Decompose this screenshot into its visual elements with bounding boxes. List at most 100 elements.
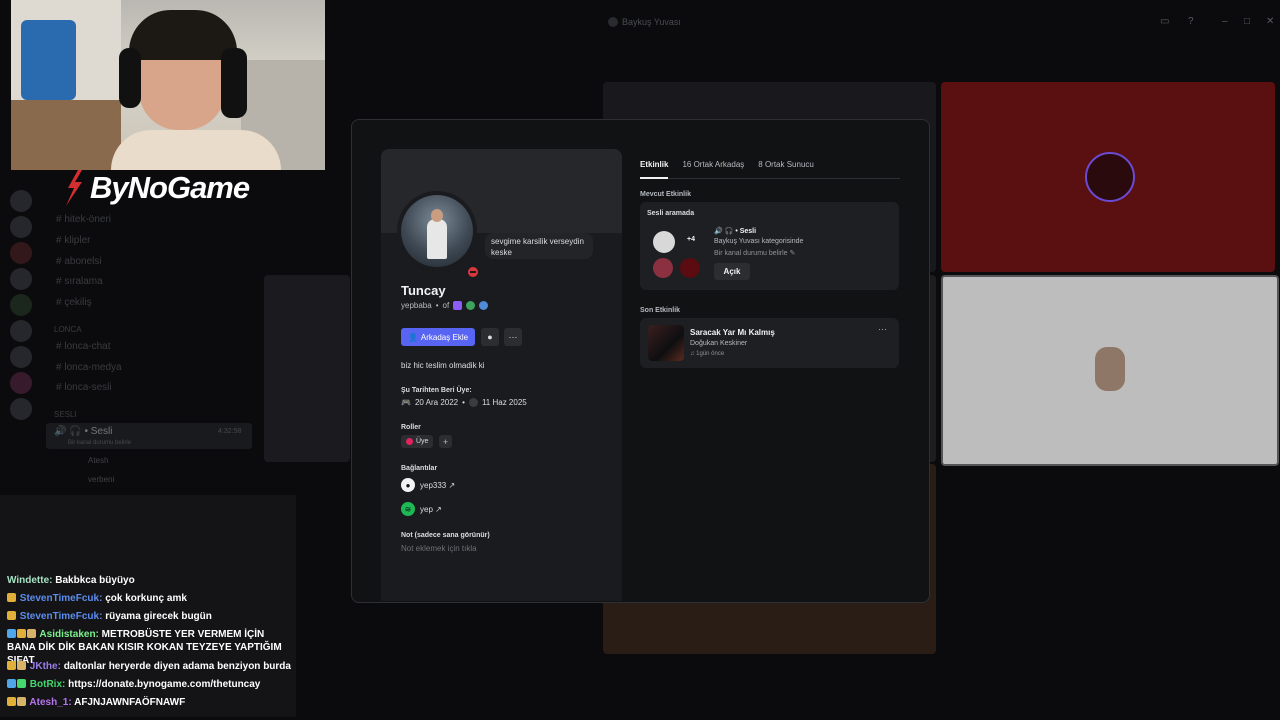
voice-user[interactable]: Atesh [88,456,108,465]
tab-indicator [640,177,668,179]
voice-status: Bir kanal durumu belirle [68,440,132,446]
album-cover [648,325,684,361]
speaker-icon: 🔊 🎧 [714,228,736,235]
add-role-button[interactable]: + [439,435,452,448]
activity-status-hint: Bir kanal durumu belirle ✎ [714,250,796,257]
recent-activity-label: Son Etkinlik [640,307,681,314]
separator-dot: • [435,301,439,310]
channel-item[interactable]: # sıralama [56,276,103,287]
banana-icon [17,697,26,706]
add-user-icon: 👤 [407,332,418,342]
stream-chat: Windette: Bakbkca büyüyo StevenTimeFcuk:… [0,495,296,717]
separator-dot: • [462,398,465,407]
channel-item[interactable]: # lonca-medya [56,362,122,373]
banana-icon [27,629,36,638]
chat-text: AFJNJAWNFAÖFNAWF [74,697,186,708]
server-tag: of [442,301,450,310]
member-since-label: Şu Tarihten Beri Üye: [401,387,472,394]
channel-item[interactable]: # lonca-sesli [56,382,112,393]
connection-item[interactable]: ● yep333 ↗ [401,478,455,492]
avatar-image [401,195,473,267]
category-header[interactable]: sesli [54,410,77,419]
note-input[interactable]: Not eklemek için tıkla [401,544,477,553]
current-activity-label: Mevcut Etkinlik [640,191,691,198]
profile-card: sevgime karsilik verseydin keske Tuncay … [381,149,622,601]
roles-label: Roller [401,424,421,431]
chat-username: JKthe: [29,661,61,672]
crown-icon [7,611,16,620]
maximize-button[interactable]: □ [1244,16,1250,27]
spotify-activity-card[interactable]: Saracak Yar Mı Kalmış Doğukan Keskiner ♫… [640,318,899,368]
chat-bubble-icon: ● [487,332,493,342]
avatar [680,258,700,278]
avatar [1085,152,1135,202]
voice-activity-card: Sesli aramada +4 🔊 🎧 • Sesli Baykuş Yuva… [640,202,899,290]
chat-username: Windette: [7,575,53,586]
chat-text: daltonlar heryerde diyen adama benziyon … [63,661,291,672]
voice-user[interactable]: verbeni [88,475,114,484]
category-header[interactable]: LONCA [54,325,82,334]
avatar [653,231,675,253]
voice-channel-item[interactable]: 🔊 🎧 • Sesli 4:32:58 Bir kanal durumu bel… [46,423,252,449]
tab-mutual-friends[interactable]: 16 Ortak Arkadaş [682,160,744,169]
chat-message: BotRix: https://donate.bynogame.com/thet… [7,678,293,691]
chat-username: StevenTimeFcuk: [19,593,103,604]
role-color-dot [406,438,413,445]
more-icon[interactable]: ··· [878,324,887,334]
spotify-icon: ≋ [401,502,415,516]
voice-tile [941,82,1275,272]
server-join-date: 11 Haz 2025 [481,398,527,407]
add-friend-label: Arkadaş Ekle [420,332,469,342]
chat-message: StevenTimeFcuk: rüyama girecek bugün [7,610,293,623]
chat-text: https://donate.bynogame.com/thetuncay [68,679,261,690]
chat-username: Asidistaken: [39,629,99,640]
voice-channel-name: 🔊 🎧 • Sesli [54,426,113,437]
chat-text: Bakbkca büyüyo [55,575,135,586]
chat-username: StevenTimeFcuk: [19,611,103,622]
dnd-status-icon [465,264,481,280]
open-button[interactable]: Açık [714,263,750,280]
more-button[interactable]: ··· [504,328,522,346]
channel-item[interactable]: # abonelsi [56,256,102,267]
shield-badge-icon[interactable] [453,301,463,310]
chat-text: rüyama girecek bugün [105,611,212,622]
channel-item[interactable]: # klipler [56,235,90,246]
message-button[interactable]: ● [481,328,499,346]
tab-divider [640,178,900,179]
chat-username: BotRix: [29,679,66,690]
song-title: Saracak Yar Mı Kalmış [690,328,775,337]
chat-text: çok korkunç amk [105,593,187,604]
sword-icon [7,629,16,638]
tab-activity[interactable]: Etkinlik [640,160,668,169]
close-button[interactable]: ✕ [1266,16,1274,27]
discord-icon: 🎮 [401,398,411,407]
channel-sidebar: # hitek-öneri # klipler # abonelsi # sır… [0,170,262,500]
song-artist: Doğukan Keskiner [690,340,748,347]
role-pill[interactable]: Üye [401,435,434,448]
bot-icon [17,679,26,688]
help-icon[interactable]: ? [1188,16,1194,27]
inbox-icon[interactable]: ▭ [1160,16,1169,27]
hypesquad-badge-icon[interactable] [466,301,476,310]
pencil-icon: ✎ [789,250,796,257]
role-name: Üye [416,438,429,445]
connection-name: yep ↗ [420,504,442,514]
channel-item[interactable]: # çekiliş [56,297,92,308]
tab-mutual-servers[interactable]: 8 Ortak Sunucu [758,160,814,169]
voice-tile [941,275,1279,466]
activity-channel: 🔊 🎧 • Sesli [714,228,757,235]
quest-badge-icon[interactable] [479,301,489,310]
minimize-button[interactable]: – [1222,16,1228,27]
connection-item[interactable]: ≋ yep ↗ [401,502,442,516]
crown-icon [7,697,16,706]
channel-item[interactable]: # hitek-öneri [56,214,111,225]
connection-name: yep333 ↗ [420,480,456,490]
avatar [653,258,673,278]
note-label: Not (sadece sana görünür) [401,532,490,539]
avatar [1095,347,1125,391]
channel-item[interactable]: # lonca-chat [56,341,110,352]
avatar[interactable] [397,191,481,280]
add-friend-button[interactable]: 👤 Arkadaş Ekle [401,328,475,346]
bio-text: biz hic teslim olmadik ki [401,361,485,370]
username-line: yepbaba • of [401,301,489,310]
